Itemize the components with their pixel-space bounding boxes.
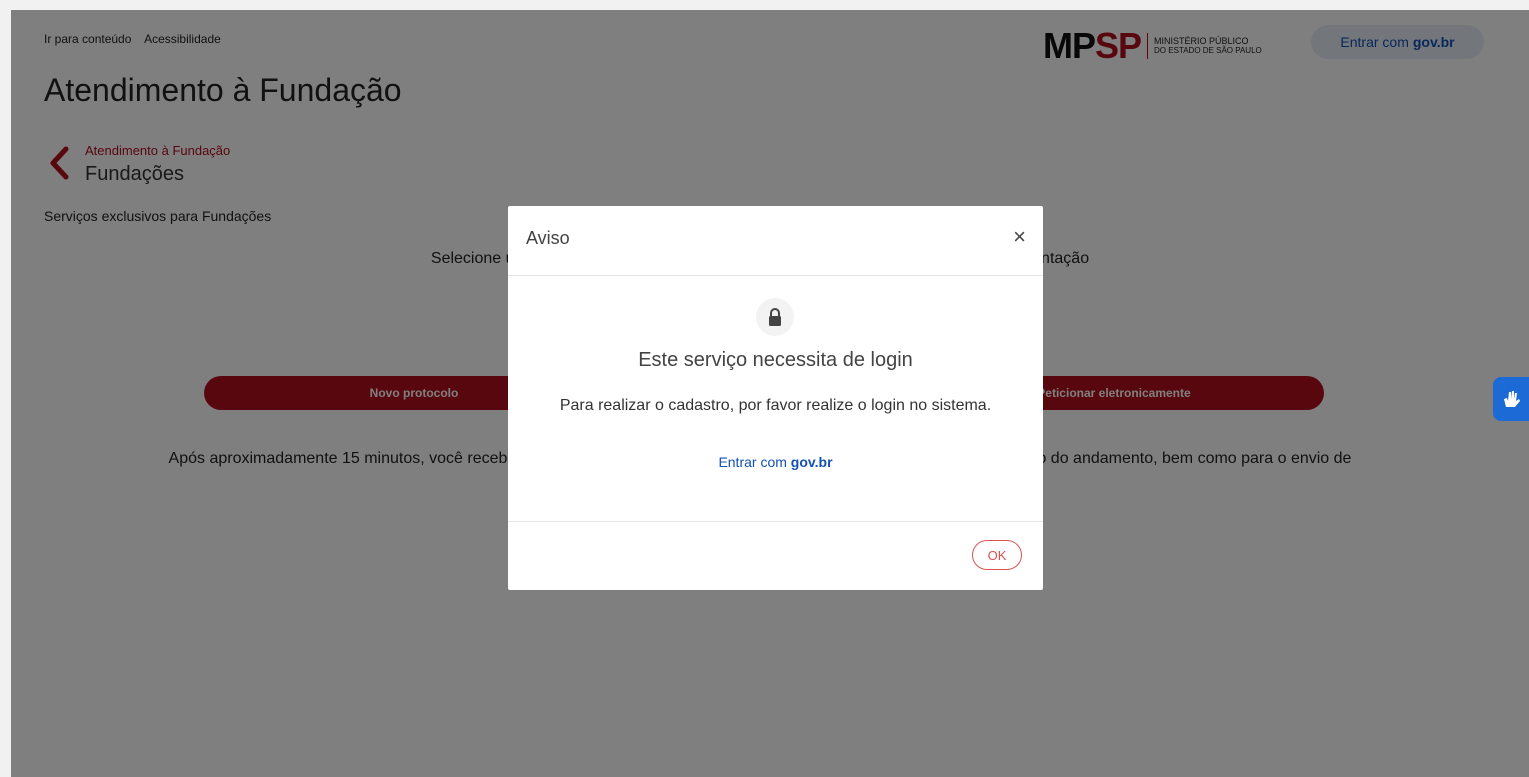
dialog-title: Aviso [526, 228, 570, 248]
dialog-govbr-brand: gov.br [790, 454, 833, 470]
dialog-header: Aviso × [508, 206, 1043, 276]
libras-accessibility-button[interactable] [1493, 377, 1529, 421]
close-icon[interactable]: × [1013, 226, 1026, 248]
lock-icon-wrapper [756, 298, 794, 336]
dialog-message: Para realizar o cadastro, por favor real… [559, 397, 992, 414]
sign-language-hand-icon [1504, 391, 1520, 407]
login-required-dialog: Aviso × Este serviço necessita de login … [508, 206, 1043, 590]
ok-button[interactable]: OK [972, 540, 1022, 570]
dialog-heading: Este serviço necessita de login [638, 349, 913, 371]
dialog-govbr-prefix: Entrar com [718, 454, 787, 470]
dialog-govbr-login-link[interactable]: Entrar com gov.br [508, 454, 1043, 470]
dialog-footer [508, 521, 1043, 590]
lock-icon [769, 308, 781, 326]
